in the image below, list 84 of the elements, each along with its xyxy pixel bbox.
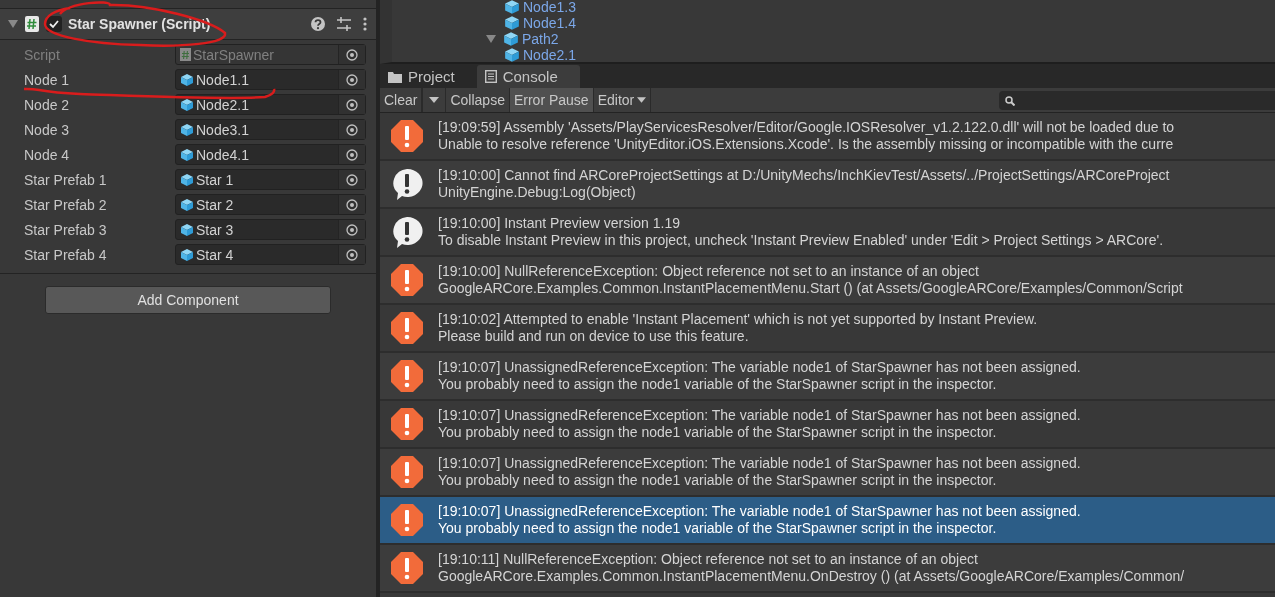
object-picker-icon[interactable] bbox=[338, 45, 365, 64]
field-label: Star Prefab 3 bbox=[24, 221, 108, 238]
log-message: [19:10:07] UnassignedReferenceException: The variable node1 of StarSpawner has not been assigned. You probably need to assign the node1 variable of the StarSpawner script in the inspector. bbox=[438, 359, 1081, 393]
log-entry[interactable]: [19:10:07] UnassignedReferenceException: The variable node1 of StarSpawner has not been assigned. You probably need to assign the node1 variable of the StarSpawner script in the inspector. bbox=[380, 497, 1275, 545]
object-picker-icon[interactable] bbox=[338, 95, 365, 114]
cube-icon bbox=[504, 0, 520, 15]
log-message: [19:10:07] UnassignedReferenceException: The variable node1 of StarSpawner has not been assigned. You probably need to assign the node1 variable of the StarSpawner script in the inspector. bbox=[438, 503, 1081, 537]
log-message: [19:10:00] NullReferenceException: Object reference not set to an instance of an object GoogleARCore.Examples.Common.InstantPlacementMenu.Start () (at Assets/GoogleARCore/Examples/Common/Script bbox=[438, 263, 1183, 297]
object-field[interactable]: Star 1 bbox=[175, 169, 366, 190]
log-message: [19:10:11] NullReferenceException: Object reference not set to an instance of an object GoogleARCore.Examples.Common.InstantPlacementMenu.OnDestroy () (at Assets/GoogleARCore/Examples/Common/ bbox=[438, 551, 1185, 585]
panel-tab[interactable]: Console bbox=[476, 65, 580, 88]
field-label: Node 2 bbox=[24, 96, 71, 113]
log-message: [19:10:07] UnassignedReferenceException: The variable node1 of StarSpawner has not been assigned. You probably need to assign the node1 variable of the StarSpawner script in the inspector. bbox=[438, 455, 1081, 489]
script-file-icon bbox=[180, 48, 191, 61]
add-component-button[interactable]: Add Component bbox=[45, 286, 331, 314]
cube-icon bbox=[180, 72, 194, 87]
object-picker-icon[interactable] bbox=[338, 220, 365, 239]
object-field[interactable]: Node4.1 bbox=[175, 144, 366, 165]
object-field[interactable]: Node2.1 bbox=[175, 94, 366, 115]
log-entry[interactable]: [19:10:07] UnassignedReferenceException: The variable node1 of StarSpawner has not been assigned. You probably need to assign the node1 variable of the StarSpawner script in the inspector. bbox=[380, 353, 1275, 401]
log-entry[interactable]: [19:10:00] Cannot find ARCoreProjectSettings at D:/UnityMechs/InchKievTest/Assets/../ProjectSettings/ARCoreProject UnityEngine.Debug:Log(Object) bbox=[380, 161, 1275, 209]
field-value: Node1.1 bbox=[196, 71, 250, 88]
field-label: Script bbox=[24, 46, 61, 63]
presets-icon[interactable] bbox=[336, 16, 352, 32]
folder-icon bbox=[388, 70, 402, 83]
object-picker-icon[interactable] bbox=[338, 170, 365, 189]
toggle-button[interactable]: Error Pause bbox=[509, 88, 594, 112]
field-label: Node 4 bbox=[24, 146, 71, 163]
log-message: [19:10:00] Instant Preview version 1.19 To disable Instant Preview in this project, uncheck 'Instant Preview Enabled' under 'Edit > Project Settings > ARCore'. bbox=[438, 215, 1164, 249]
help-icon[interactable] bbox=[310, 16, 326, 32]
object-field[interactable]: Star 4 bbox=[175, 244, 366, 265]
cube-icon bbox=[504, 47, 520, 62]
field-value: StarSpawner bbox=[193, 46, 275, 63]
object-field[interactable]: Star 3 bbox=[175, 219, 366, 240]
cube-icon bbox=[180, 247, 194, 262]
cube-icon bbox=[180, 172, 194, 187]
hierarchy-item[interactable]: Node1.3 bbox=[523, 0, 576, 15]
log-message: [19:10:02] Attempted to enable 'Instant Placement' which is not yet supported by Instant Preview. Please build and run on device to use this feature. bbox=[438, 311, 1038, 345]
field-label: Star Prefab 2 bbox=[24, 196, 108, 213]
search-field[interactable] bbox=[999, 91, 1275, 110]
cube-icon bbox=[180, 97, 194, 112]
cube-icon bbox=[503, 31, 519, 47]
hierarchy-item[interactable]: Path2 bbox=[522, 31, 559, 47]
object-picker-icon[interactable] bbox=[338, 70, 365, 89]
hierarchy-item[interactable]: Node2.1 bbox=[523, 47, 576, 62]
cube-icon bbox=[180, 222, 194, 237]
dropdown-caret-icon bbox=[637, 97, 647, 103]
object-picker-icon[interactable] bbox=[338, 195, 365, 214]
field-value: Node4.1 bbox=[196, 146, 250, 163]
component-title: Star Spawner (Script) bbox=[68, 16, 212, 32]
field-value: Star 2 bbox=[196, 196, 235, 213]
more-options-icon[interactable] bbox=[362, 16, 368, 32]
cube-icon bbox=[504, 15, 520, 31]
log-entry[interactable]: [19:10:11] NullReferenceException: Object reference not set to an instance of an object GoogleARCore.Examples.Common.InstantPlacementMenu.OnDestroy () (at Assets/GoogleARCore/Examples/Common/ bbox=[380, 545, 1275, 593]
field-value: Node3.1 bbox=[196, 121, 250, 138]
field-value: Star 1 bbox=[196, 171, 235, 188]
object-field[interactable]: Node1.1 bbox=[175, 69, 366, 90]
panel-tab[interactable]: Project bbox=[380, 65, 477, 88]
object-field[interactable]: Star 2 bbox=[175, 194, 366, 215]
script-file-icon bbox=[24, 15, 40, 33]
log-message: [19:10:00] Cannot find ARCoreProjectSettings at D:/UnityMechs/InchKievTest/Assets/../ProjectSettings/ARCoreProject UnityEngine.Debug:Log(Object) bbox=[438, 167, 1170, 201]
console-icon bbox=[484, 70, 497, 83]
log-message: [19:09:59] Assembly 'Assets/PlayServicesResolver/Editor/Google.IOSResolver_v1.2.122.0.dll' will not be loaded due to Unable to resolve reference 'UnityEditor.iOS.Extensions.Xcode'. Is the assembly missing or incompatible with the curre bbox=[438, 119, 1175, 153]
object-picker-icon[interactable] bbox=[338, 145, 365, 164]
field-label: Node 3 bbox=[24, 121, 71, 138]
log-entry[interactable]: [19:10:07] UnassignedReferenceException: The variable node1 of StarSpawner has not been assigned. You probably need to assign the node1 variable of the StarSpawner script in the inspector. bbox=[380, 449, 1275, 497]
object-picker-icon[interactable] bbox=[338, 245, 365, 264]
field-value: Star 3 bbox=[196, 221, 235, 238]
log-message: [19:10:07] UnassignedReferenceException: The variable node1 of StarSpawner has not been assigned. You probably need to assign the node1 variable of the StarSpawner script in the inspector. bbox=[438, 407, 1081, 441]
object-picker-icon[interactable] bbox=[338, 120, 365, 139]
search-icon bbox=[1005, 95, 1015, 106]
field-label: Node 1 bbox=[24, 71, 71, 88]
cube-icon bbox=[180, 147, 194, 162]
object-field[interactable]: Node3.1 bbox=[175, 119, 366, 140]
log-entry[interactable]: [19:10:00] NullReferenceException: Object reference not set to an instance of an object GoogleARCore.Examples.Common.InstantPlacementMenu.Start () (at Assets/GoogleARCore/Examples/Common/Script bbox=[380, 257, 1275, 305]
field-label: Star Prefab 4 bbox=[24, 246, 108, 263]
cube-icon bbox=[180, 122, 194, 137]
field-label: Star Prefab 1 bbox=[24, 171, 108, 188]
cube-icon bbox=[180, 197, 194, 212]
foldout-arrow-icon[interactable] bbox=[486, 34, 496, 44]
foldout-arrow-icon[interactable] bbox=[8, 19, 18, 29]
hierarchy-item[interactable]: Node1.4 bbox=[523, 15, 576, 31]
field-value: Node2.1 bbox=[196, 96, 250, 113]
field-value: Star 4 bbox=[196, 246, 235, 263]
